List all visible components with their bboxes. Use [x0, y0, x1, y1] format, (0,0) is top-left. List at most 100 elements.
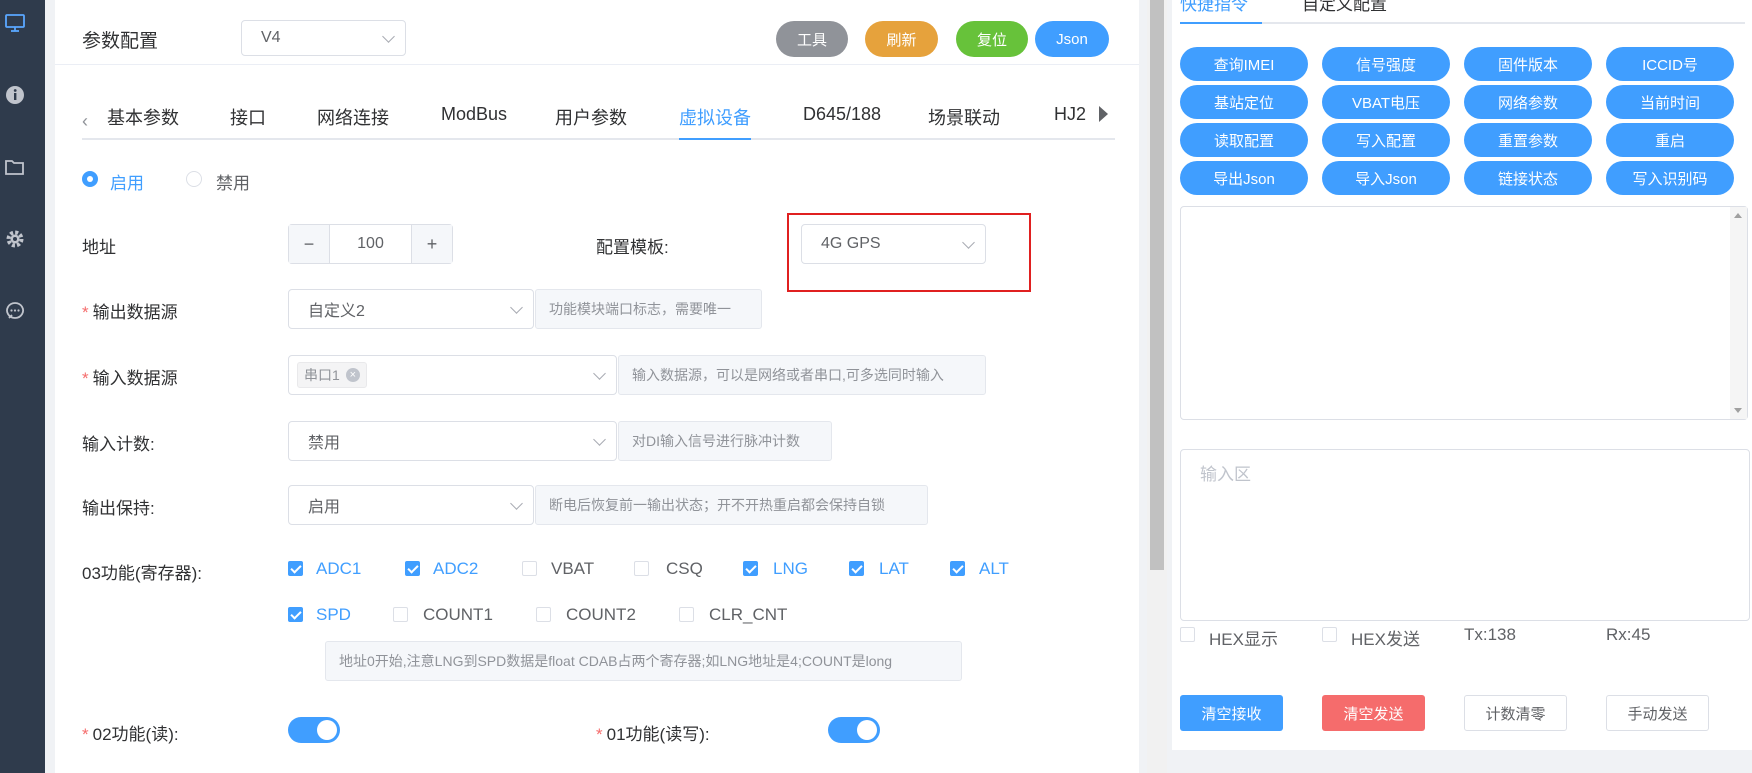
vbat-voltage-button[interactable]: VBAT电压: [1322, 85, 1450, 119]
reset-count-button[interactable]: 计数清零: [1464, 695, 1567, 731]
tab-custom-config[interactable]: 自定义配置: [1302, 0, 1387, 15]
right-tab-indicator: [1180, 22, 1262, 24]
tab-interface[interactable]: 接口: [230, 104, 266, 130]
clear-send-button[interactable]: 清空发送: [1322, 695, 1425, 731]
monitor-icon[interactable]: [0, 8, 30, 38]
checkbox-adc2[interactable]: [405, 561, 420, 576]
write-config-button[interactable]: 写入配置: [1322, 123, 1450, 157]
link-status-button[interactable]: 链接状态: [1464, 161, 1592, 195]
checkbox-lat[interactable]: [849, 561, 864, 576]
checkbox-clr-cnt[interactable]: [679, 607, 694, 622]
input-source-tag: 串口1 ×: [297, 362, 367, 388]
export-json-button[interactable]: 导出Json: [1180, 161, 1308, 195]
chat-icon[interactable]: [0, 296, 30, 326]
stepper-plus-button[interactable]: +: [411, 225, 452, 263]
checkbox-alt-label[interactable]: ALT: [979, 559, 1009, 579]
output-source-select[interactable]: 自定义2: [288, 289, 534, 329]
checkbox-clr-cnt-label[interactable]: CLR_CNT: [709, 605, 787, 625]
address-label: 地址: [82, 238, 116, 257]
receive-scrollbar[interactable]: [1730, 207, 1747, 419]
tx-counter: Tx:138: [1464, 625, 1516, 644]
input-source-label: * 输入数据源: [82, 369, 178, 388]
write-id-code-button[interactable]: 写入识别码: [1606, 161, 1734, 195]
refresh-button[interactable]: 刷新: [865, 21, 938, 57]
tab-scroll-right-icon[interactable]: [1099, 106, 1108, 122]
firmware-version-button[interactable]: 固件版本: [1464, 47, 1592, 81]
gear-icon[interactable]: [0, 224, 30, 254]
reset-button[interactable]: 复位: [956, 21, 1028, 57]
current-time-button[interactable]: 当前时间: [1606, 85, 1734, 119]
tab-active-indicator: [679, 138, 751, 140]
version-select[interactable]: V4: [241, 20, 406, 56]
tab-user-params[interactable]: 用户参数: [555, 104, 627, 130]
receive-area[interactable]: [1180, 206, 1748, 420]
stepper-minus-button[interactable]: −: [289, 225, 330, 263]
reboot-button[interactable]: 重启: [1606, 123, 1734, 157]
tab-network[interactable]: 网络连接: [317, 104, 389, 130]
info-icon[interactable]: [0, 80, 30, 110]
checkbox-vbat-label[interactable]: VBAT: [551, 559, 594, 579]
checkbox-lng-label[interactable]: LNG: [773, 559, 808, 579]
checkbox-spd[interactable]: [288, 607, 303, 622]
tab-quick-commands[interactable]: 快捷指令: [1180, 0, 1248, 15]
input-source-select[interactable]: 串口1 ×: [288, 355, 617, 395]
json-button[interactable]: Json: [1035, 21, 1109, 57]
checkbox-alt[interactable]: [950, 561, 965, 576]
checkbox-count2[interactable]: [536, 607, 551, 622]
template-select-value: 4G GPS: [821, 235, 881, 252]
checkbox-csq-label[interactable]: CSQ: [666, 559, 703, 579]
hex-send-checkbox[interactable]: [1322, 627, 1337, 642]
hex-display-label[interactable]: HEX显示: [1209, 625, 1278, 650]
read-config-button[interactable]: 读取配置: [1180, 123, 1308, 157]
checkbox-csq[interactable]: [634, 561, 649, 576]
cell-location-button[interactable]: 基站定位: [1180, 85, 1308, 119]
radio-enable[interactable]: [82, 171, 98, 187]
checkbox-spd-label[interactable]: SPD: [316, 605, 351, 625]
template-label: 配置模板:: [596, 238, 669, 257]
tab-scene-linkage[interactable]: 场景联动: [928, 104, 1000, 130]
input-count-select[interactable]: 禁用: [288, 421, 617, 461]
hex-send-label[interactable]: HEX发送: [1351, 625, 1420, 650]
query-imei-button[interactable]: 查询IMEI: [1180, 47, 1308, 81]
tab-scroll-left-icon[interactable]: ‹: [82, 111, 88, 132]
tab-modbus[interactable]: ModBus: [441, 104, 507, 125]
input-count-hint: 对DI输入信号进行脉冲计数: [618, 421, 832, 461]
network-params-button[interactable]: 网络参数: [1464, 85, 1592, 119]
checkbox-lng[interactable]: [743, 561, 758, 576]
tab-hj2[interactable]: HJ2: [1054, 104, 1086, 125]
checkbox-vbat[interactable]: [522, 561, 537, 576]
tools-button[interactable]: 工具: [776, 21, 848, 57]
clear-receive-button[interactable]: 清空接收: [1180, 695, 1283, 731]
tab-d645[interactable]: D645/188: [803, 104, 881, 125]
checkbox-count1[interactable]: [393, 607, 408, 622]
address-input[interactable]: 100: [329, 225, 412, 263]
checkbox-lat-label[interactable]: LAT: [879, 559, 909, 579]
input-source-hint: 输入数据源，可以是网络或者串口,可多选同时输入: [618, 355, 986, 395]
radio-disable[interactable]: [186, 171, 202, 187]
radio-disable-label[interactable]: 禁用: [216, 169, 250, 194]
func02-switch[interactable]: [288, 717, 340, 743]
checkbox-count2-label[interactable]: COUNT2: [566, 605, 636, 625]
tab-basic-params[interactable]: 基本参数: [107, 104, 179, 130]
tab-virtual-device[interactable]: 虚拟设备: [679, 104, 751, 130]
hex-display-checkbox[interactable]: [1180, 627, 1195, 642]
main-scrollbar[interactable]: [1147, 0, 1167, 773]
output-hold-select[interactable]: 启用: [288, 485, 534, 525]
folder-icon[interactable]: [0, 152, 30, 182]
output-hold-value: 启用: [308, 499, 341, 516]
signal-strength-button[interactable]: 信号强度: [1322, 47, 1450, 81]
tag-close-icon[interactable]: ×: [345, 368, 360, 382]
radio-enable-label[interactable]: 启用: [110, 169, 144, 194]
func01-switch[interactable]: [828, 717, 880, 743]
chevron-down-icon: [382, 30, 395, 43]
checkbox-adc1[interactable]: [288, 561, 303, 576]
template-select[interactable]: 4G GPS: [801, 224, 986, 264]
checkbox-count1-label[interactable]: COUNT1: [423, 605, 493, 625]
iccid-button[interactable]: ICCID号: [1606, 47, 1734, 81]
manual-send-button[interactable]: 手动发送: [1606, 695, 1709, 731]
import-json-button[interactable]: 导入Json: [1322, 161, 1450, 195]
checkbox-adc1-label[interactable]: ADC1: [316, 559, 361, 579]
reset-params-button[interactable]: 重置参数: [1464, 123, 1592, 157]
checkbox-adc2-label[interactable]: ADC2: [433, 559, 478, 579]
input-area[interactable]: 输入区: [1180, 449, 1750, 621]
